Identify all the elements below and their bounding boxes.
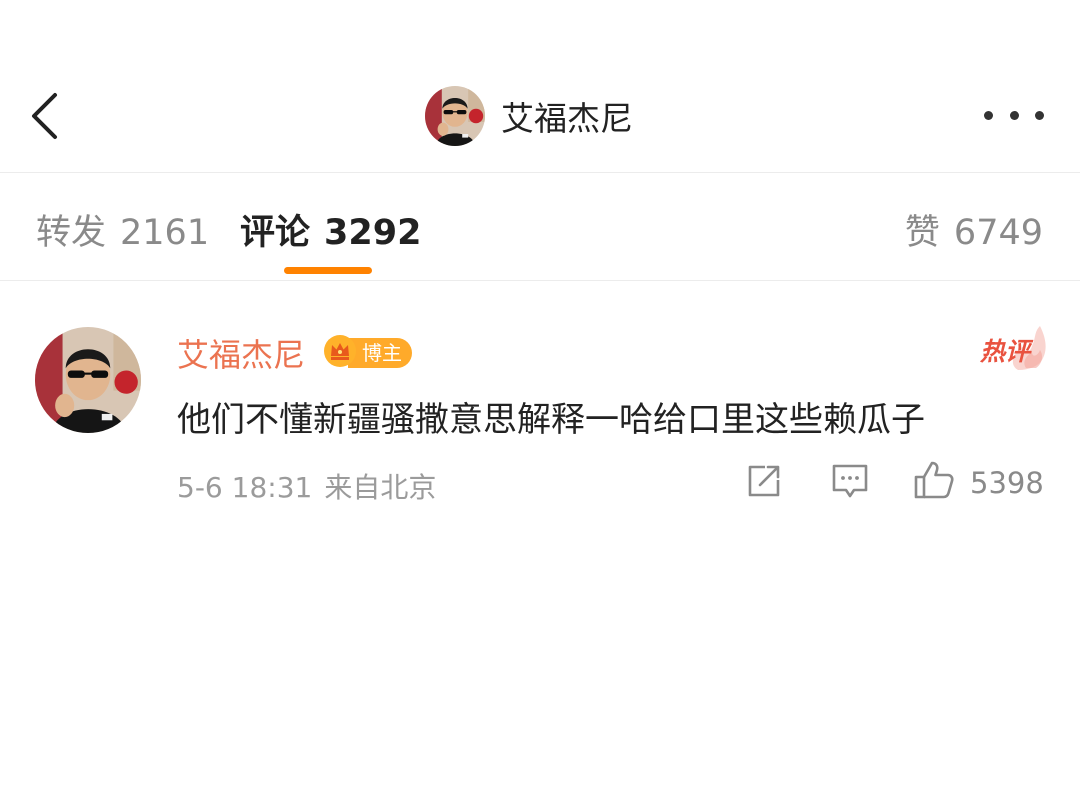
comment-date: 5-6 18:31 bbox=[177, 471, 313, 504]
hot-comment-tag: 热评 bbox=[978, 324, 1048, 372]
active-tab-indicator bbox=[284, 267, 372, 274]
avatar-image bbox=[425, 86, 485, 146]
more-horizontal-icon bbox=[1035, 110, 1044, 120]
tab-like[interactable]: 赞 6749 bbox=[905, 204, 1043, 255]
crown-icon bbox=[324, 335, 356, 367]
thumbs-up-icon bbox=[914, 461, 954, 499]
more-options-button[interactable] bbox=[984, 100, 1044, 130]
comment-icon bbox=[832, 464, 868, 498]
hot-comment-label: 热评 bbox=[980, 337, 1031, 366]
tab-like-count: 6749 bbox=[953, 213, 1043, 253]
tab-comment[interactable]: 评论 3292 bbox=[240, 204, 421, 255]
tab-comment-label: 评论 bbox=[240, 213, 311, 253]
share-icon bbox=[748, 465, 780, 497]
chevron-left-icon bbox=[32, 93, 57, 139]
avatar-image bbox=[35, 327, 141, 433]
comment-item: 艾福杰尼 博主 热评 他们不懂新疆骚撒意思解释一哈给口里这些赖瓜子 5-6 18… bbox=[0, 282, 1080, 542]
blogger-badge: 博主 bbox=[348, 338, 412, 368]
tab-forward[interactable]: 转发 2161 bbox=[36, 204, 209, 255]
tab-like-label: 赞 bbox=[904, 213, 940, 253]
comment-body: 他们不懂新疆骚撒意思解释一哈给口里这些赖瓜子 bbox=[177, 400, 925, 440]
commenter-avatar[interactable] bbox=[35, 327, 141, 433]
like-button[interactable] bbox=[913, 459, 955, 501]
tab-forward-count: 2161 bbox=[120, 213, 210, 253]
comment-source: 来自北京 bbox=[324, 471, 437, 504]
tab-bar: 转发 2161 评论 3292 赞 6749 bbox=[0, 172, 1080, 281]
comment-meta: 5-6 18:31 来自北京 bbox=[177, 466, 436, 506]
header-user[interactable]: 艾福杰尼 bbox=[425, 86, 633, 146]
page-title: 艾福杰尼 bbox=[501, 99, 633, 138]
tab-comment-count: 3292 bbox=[324, 213, 422, 253]
header-avatar[interactable] bbox=[425, 86, 485, 146]
back-button[interactable] bbox=[22, 86, 72, 146]
top-nav-bar: 艾福杰尼 bbox=[0, 0, 1080, 173]
tab-forward-label: 转发 bbox=[36, 213, 107, 253]
commenter-name[interactable]: 艾福杰尼 bbox=[177, 330, 305, 376]
like-count: 5398 bbox=[970, 466, 1044, 500]
share-button[interactable] bbox=[745, 462, 783, 500]
reply-button[interactable] bbox=[830, 462, 870, 500]
more-horizontal-icon bbox=[984, 110, 993, 120]
more-horizontal-icon bbox=[1009, 110, 1019, 120]
